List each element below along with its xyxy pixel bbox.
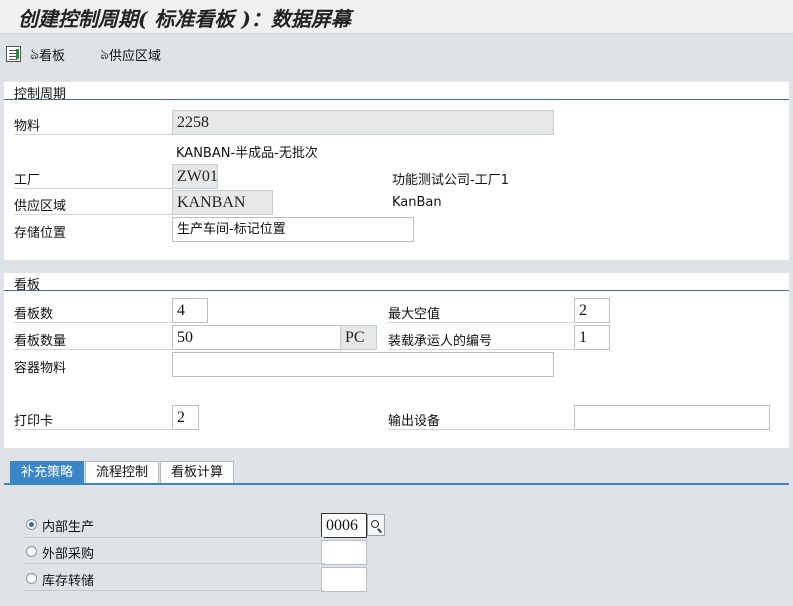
plant-label: 工厂 [14, 173, 41, 188]
material-label: 物料 [14, 119, 41, 134]
stock-transfer-label: 库存转储 [42, 574, 95, 589]
kanban-panel: 看板 看板数 4 最大空值 2 看板数量 50 PC 装载承运人的编号 1 容器… [4, 273, 789, 448]
row-divider [24, 537, 324, 538]
external-procurement-label: 外部采购 [42, 547, 95, 562]
glasses-icon: ঌ [30, 45, 40, 63]
tab-kanban-calculation[interactable]: 看板计算 [160, 461, 235, 484]
supply-area-button[interactable]: ঌ 供应区域 [100, 44, 161, 64]
supply-area-button-label: 供应区域 [109, 48, 162, 64]
kanban-header: 看板 [4, 273, 789, 293]
tab-underline [4, 483, 789, 485]
num-kanbans-label: 看板数 [14, 307, 54, 322]
max-empty-label: 最大空值 [388, 307, 441, 322]
control-cycle-header: 控制周期 [4, 82, 789, 102]
plant-field: ZW01 [172, 164, 218, 189]
toolbar: ঌ 看板 ঌ 供应区域 [0, 34, 793, 72]
row-divider [388, 429, 576, 430]
glasses-icon: ঌ [100, 45, 110, 63]
row-divider [388, 349, 576, 350]
radio-external-procurement[interactable] [26, 546, 37, 557]
row-divider [24, 590, 324, 591]
internal-production-label: 内部生产 [42, 520, 95, 535]
stock-transfer-strategy-field[interactable] [321, 567, 367, 592]
output-device-label: 输出设备 [388, 414, 441, 429]
row-divider [14, 429, 174, 430]
supply-area-description: KanBan [392, 195, 442, 210]
kanban-qty-label: 看板数量 [14, 334, 67, 349]
print-card-label: 打印卡 [14, 414, 54, 429]
tab-flow-control[interactable]: 流程控制 [85, 461, 160, 484]
row-divider [24, 563, 324, 564]
storage-location-label: 存储位置 [14, 226, 67, 241]
num-kanbans-field[interactable]: 4 [172, 298, 208, 323]
plant-description: 功能测试公司-工厂1 [392, 173, 509, 188]
container-material-label: 容器物料 [14, 361, 67, 376]
kanban-title: 看板 [14, 278, 41, 293]
row-divider [14, 188, 174, 189]
kanban-qty-unit: PC [340, 325, 377, 350]
control-cycle-title: 控制周期 [14, 87, 67, 102]
radio-stock-transfer[interactable] [26, 573, 37, 584]
external-procurement-strategy-field[interactable] [321, 540, 367, 565]
document-icon [6, 46, 24, 62]
control-cycle-panel: 控制周期 物料 2258 KANBAN-半成品-无批次 工厂 ZW01 功能测试… [4, 82, 789, 260]
radio-internal-production[interactable] [26, 519, 37, 530]
carrier-number-label: 装载承运人的编号 [388, 334, 493, 349]
search-icon [371, 520, 379, 528]
max-empty-field[interactable]: 2 [574, 298, 610, 323]
row-divider [14, 214, 174, 215]
carrier-number-field[interactable]: 1 [574, 325, 610, 350]
material-field: 2258 [172, 110, 554, 135]
title-bar: 创建控制周期( 标准看板 )：数据屏幕 [0, 0, 793, 34]
supply-area-field: KANBAN [172, 190, 273, 215]
output-device-field[interactable] [574, 405, 770, 430]
tab-replenishment-strategy[interactable]: 补充策略 [10, 461, 85, 484]
page-title: 创建控制周期( 标准看板 )：数据屏幕 [18, 7, 351, 31]
storage-location-field[interactable]: 生产车间-标记位置 [172, 217, 414, 242]
print-card-field[interactable]: 2 [172, 405, 199, 430]
overview-button[interactable] [6, 44, 26, 64]
kanban-button[interactable]: ঌ 看板 [30, 44, 65, 64]
tab-strip: 补充策略 流程控制 看板计算 [10, 461, 235, 484]
kanban-button-label: 看板 [39, 48, 66, 64]
material-description: KANBAN-半成品-无批次 [176, 146, 318, 161]
supply-area-label: 供应区域 [14, 199, 67, 214]
internal-production-strategy-field[interactable]: 0006 [321, 513, 367, 538]
row-divider [14, 349, 174, 350]
row-divider [388, 322, 576, 323]
row-divider [14, 134, 174, 135]
kanban-qty-field[interactable]: 50 [172, 325, 342, 350]
row-divider [14, 322, 174, 323]
container-material-field[interactable] [172, 352, 554, 377]
search-help-button[interactable] [367, 514, 385, 536]
